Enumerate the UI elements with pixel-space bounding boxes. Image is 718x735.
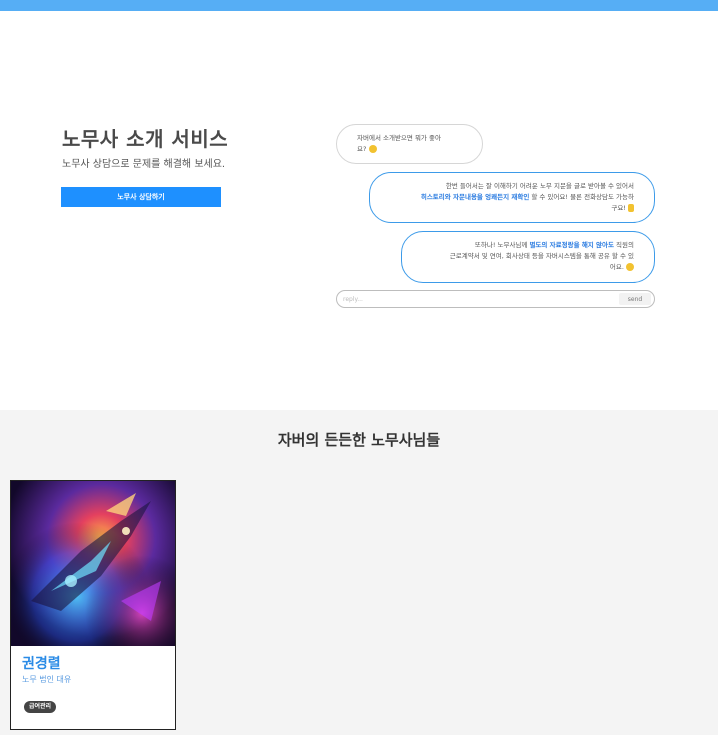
send-button[interactable]: send <box>619 293 651 305</box>
chat-bubble-question: 자버에서 소개받으면 뭐가 좋아 요? <box>336 124 483 164</box>
top-accent-bar <box>0 0 718 11</box>
chat-bubble-answer-1: 한번 들어서는 잘 이해하기 어려운 노무 지문을 글로 받아볼 수 있어서 히… <box>369 172 655 223</box>
chat-bubble-answer-2: 또하나! 노무사님께 별도의 자료정랑을 해지 않아도 직원의 근로계약서 및 … <box>401 231 655 283</box>
consult-button[interactable]: 노무사 상담하기 <box>61 187 221 207</box>
thinking-emoji-icon <box>368 145 377 153</box>
hero-title: 노무사 소개 서비스 <box>62 127 229 151</box>
lawyer-firm: 노무 법인 대유 <box>22 675 72 684</box>
lawyer-card[interactable]: 권경렬 노무 법인 대유 급여관리 <box>10 480 176 730</box>
smile-emoji-icon <box>626 263 634 271</box>
hero-subtitle: 노무사 상담으로 문제를 해결해 보세요. <box>62 159 226 170</box>
bubble-text: 요? <box>357 145 367 153</box>
lawyer-photo <box>11 481 175 646</box>
bubble-text: 구요! <box>611 204 626 212</box>
thumbs-up-icon <box>628 204 634 212</box>
specialty-badge: 급여관리 <box>24 701 57 713</box>
lawyers-section: 자버의 든든한 노무사님들 권경렬 노무 법인 대유 급여관리 <box>0 410 718 735</box>
bubble-text: 자버에서 소개받으면 뭐가 좋아 <box>357 134 441 142</box>
bubble-highlight: 별도의 자료정랑을 해지 않아도 <box>529 241 614 249</box>
hero-section: 노무사 소개 서비스 노무사 상담으로 문제를 해결해 보세요. 노무사 상담하… <box>0 11 718 410</box>
bubble-text: 한번 들어서는 잘 이해하기 어려운 노무 지문을 글로 받아볼 수 있어서 <box>445 182 634 190</box>
bubble-highlight: 히스토리와 자문내용을 엉쾌든지 재확인 <box>420 193 530 201</box>
abstract-art-image <box>11 481 175 646</box>
bubble-text: 또하나! 노무사님께 <box>474 241 530 249</box>
bubble-text: 어요. <box>609 263 624 271</box>
lawyer-name: 권경렬 <box>22 656 61 672</box>
bubble-text: 근로계약서 및 연여, 회사상태 등을 자버시스템을 통해 공유 할 수 있 <box>449 252 634 260</box>
reply-bar: send <box>336 290 655 308</box>
reply-input[interactable] <box>343 293 613 305</box>
bubble-text: 직원의 <box>613 241 634 249</box>
bubble-text: 할 수 있어요! 물론 전화상담도 가능하 <box>529 193 634 201</box>
section-title: 자버의 든든한 노무사님들 <box>277 431 441 449</box>
